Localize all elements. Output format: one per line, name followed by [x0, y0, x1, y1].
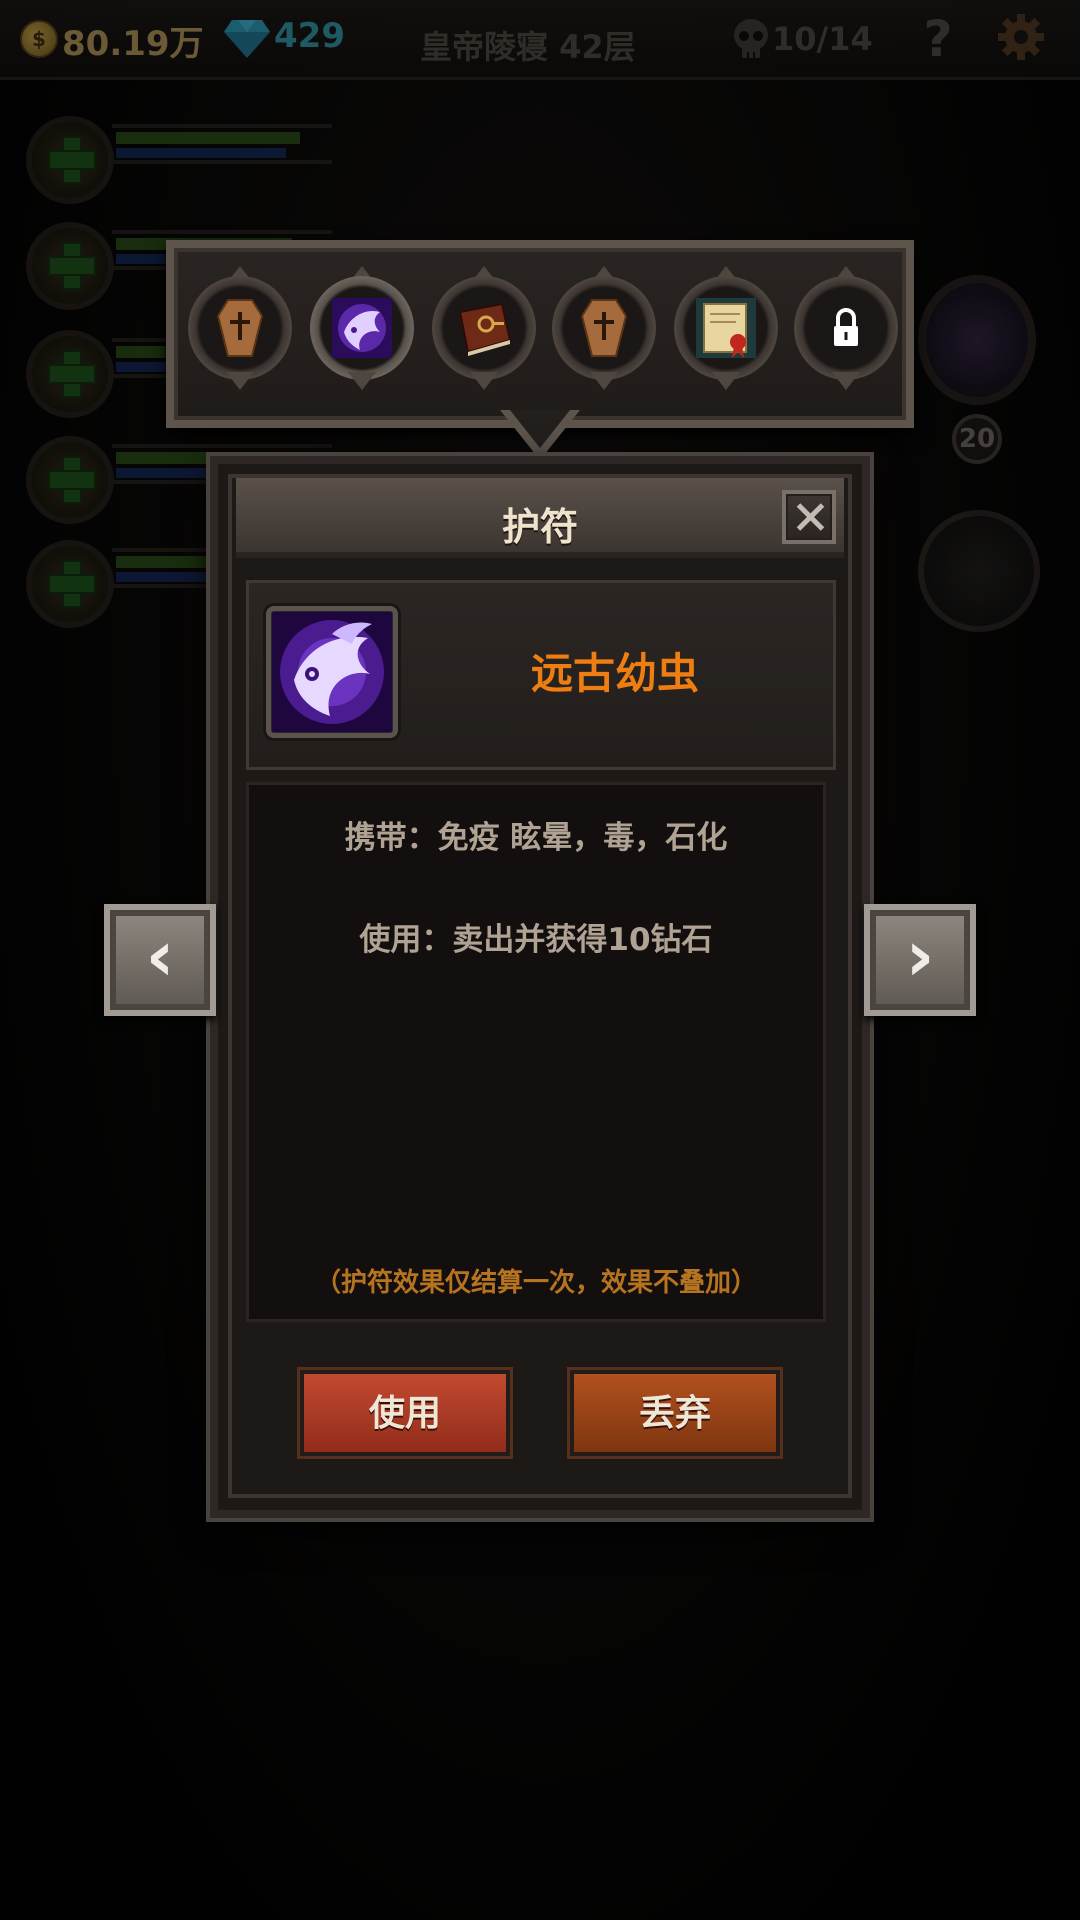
- carry-effect-text: 携带：免疫 眩晕，毒，石化: [344, 820, 728, 856]
- next-amulet-button[interactable]: ›: [864, 904, 976, 1016]
- chevron-right-icon: ›: [905, 915, 935, 997]
- amulet-slot-6-locked[interactable]: [794, 264, 898, 390]
- description-box: [246, 782, 826, 1322]
- lock-icon: [834, 308, 858, 346]
- use-button[interactable]: 使用: [300, 1370, 510, 1456]
- panel-title: 护符: [501, 505, 578, 549]
- use-effect-text: 使用：卖出并获得10钻石: [359, 922, 713, 958]
- amulet-slot-1[interactable]: [188, 264, 292, 390]
- slot-cap: [348, 372, 376, 390]
- chevron-left-icon: ‹: [145, 915, 175, 997]
- amulet-slot-4[interactable]: [552, 264, 656, 390]
- amulet-slot-3[interactable]: [432, 264, 536, 390]
- slot-cap: [470, 372, 498, 390]
- ancient-larva-icon: [332, 298, 392, 358]
- close-button[interactable]: [782, 490, 836, 544]
- stacking-note: （护符效果仅结算一次，效果不叠加）: [314, 1268, 757, 1298]
- coffin-icon: [580, 299, 628, 357]
- discard-button[interactable]: 丢弃: [570, 1370, 780, 1456]
- ancient-larva-icon: [272, 612, 392, 732]
- amulet-slot-2[interactable]: [310, 264, 414, 390]
- red-book-icon: [458, 302, 512, 356]
- coffin-icon: [216, 299, 264, 357]
- slot-cap: [712, 372, 740, 390]
- previous-amulet-button[interactable]: ‹: [104, 904, 216, 1016]
- slot-cap: [226, 372, 254, 390]
- item-name: 远古幼虫: [530, 649, 699, 698]
- slot-cap: [590, 372, 618, 390]
- amulet-slot-5[interactable]: [674, 264, 778, 390]
- scroll-seal-icon: [696, 298, 756, 358]
- slot-cap: [832, 372, 860, 390]
